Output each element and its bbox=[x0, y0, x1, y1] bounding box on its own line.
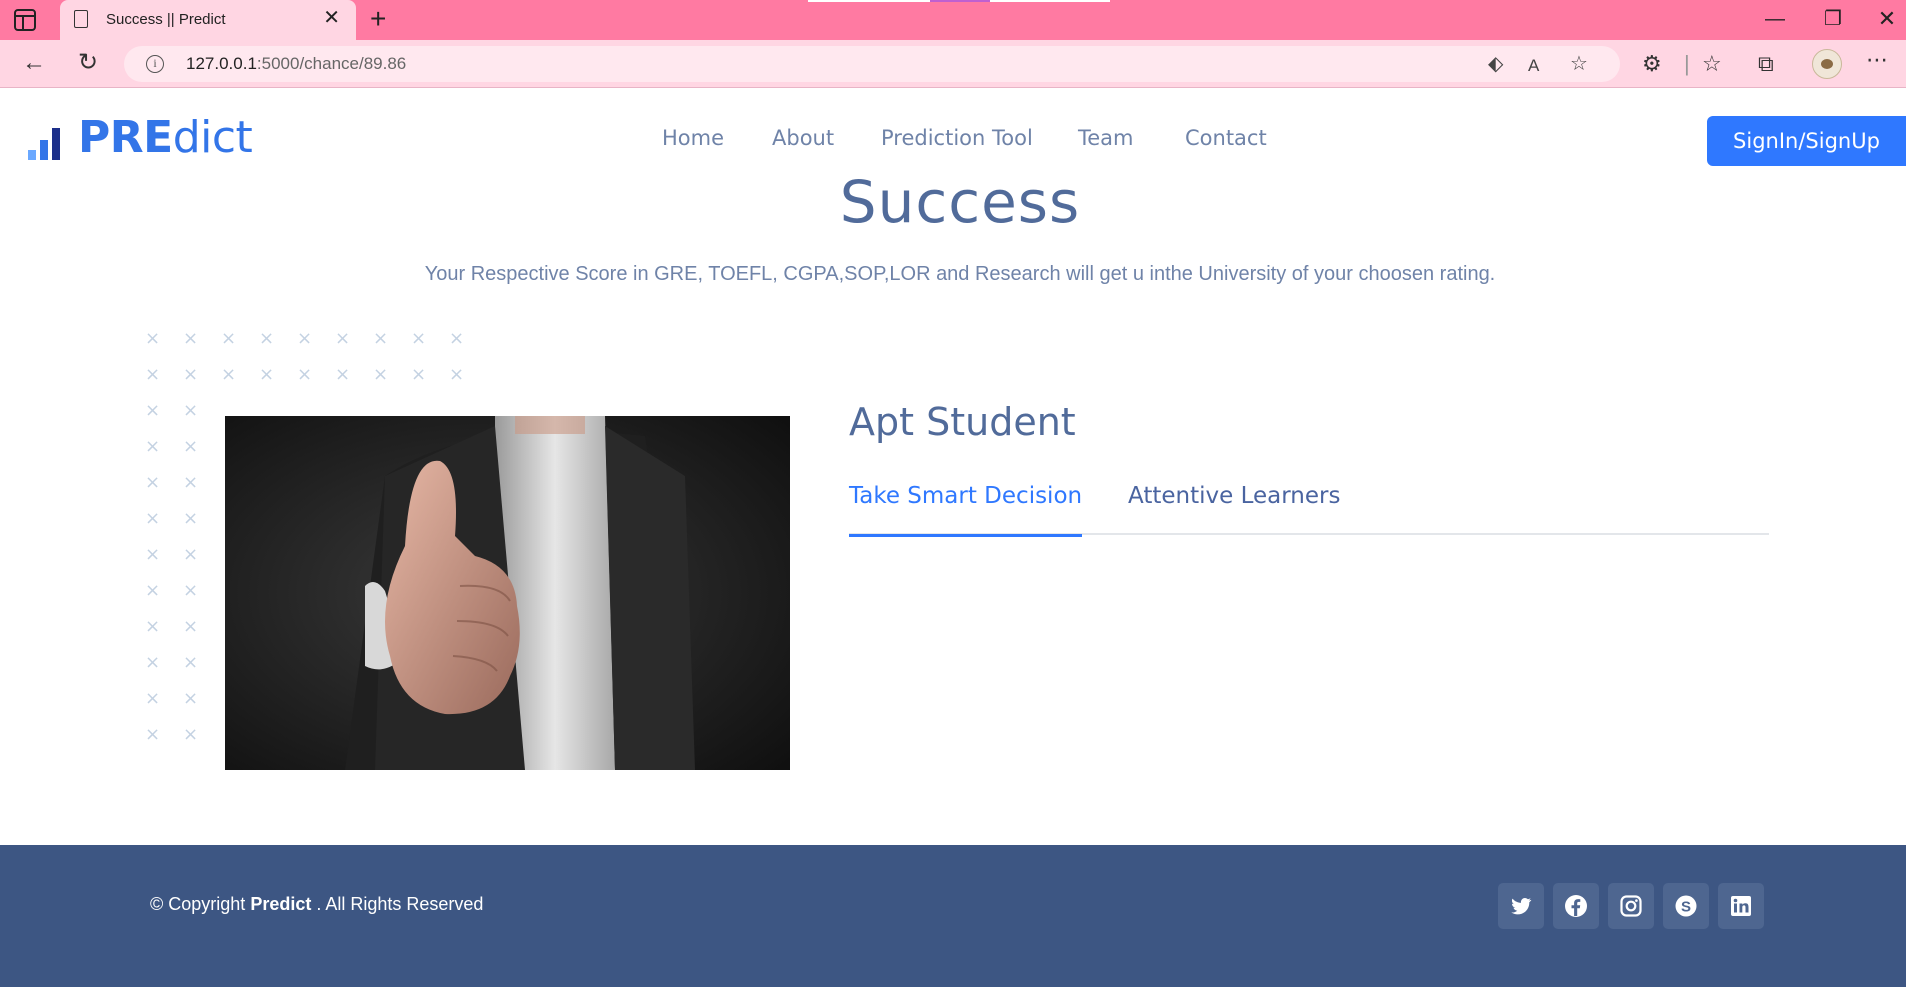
loading-indicator-segment bbox=[930, 0, 990, 2]
close-tab-icon[interactable]: ✕ bbox=[323, 8, 340, 28]
url-text[interactable]: 127.0.0.1:5000/chance/89.86 bbox=[186, 54, 406, 74]
tab-title: Success || Predict bbox=[106, 11, 226, 28]
new-tab-icon[interactable]: + bbox=[370, 5, 386, 33]
nav-home[interactable]: Home bbox=[662, 126, 724, 150]
instagram-icon[interactable] bbox=[1608, 883, 1654, 929]
skype-icon[interactable]: S bbox=[1663, 883, 1709, 929]
nav-team[interactable]: Team bbox=[1078, 126, 1134, 150]
logo-text: PREdict bbox=[78, 112, 253, 163]
logo-chart-icon bbox=[28, 128, 64, 160]
toolbar-divider: | bbox=[1684, 51, 1690, 76]
page-subtitle: Your Respective Score in GRE, TOEFL, CGP… bbox=[424, 263, 1496, 285]
linkedin-icon[interactable] bbox=[1718, 883, 1764, 929]
profile-avatar[interactable] bbox=[1812, 49, 1842, 79]
page-title: Success bbox=[839, 168, 1081, 236]
logo-text-strong: PRE bbox=[78, 112, 173, 163]
logo-text-light: dict bbox=[172, 112, 253, 163]
tab-attentive-learners[interactable]: Attentive Learners bbox=[1128, 483, 1340, 509]
restore-icon[interactable]: ❐ bbox=[1818, 6, 1848, 32]
url-path: :5000/chance/89.86 bbox=[256, 54, 407, 73]
copyright-suffix: . All Rights Reserved bbox=[316, 894, 484, 914]
copyright-text: © Copyright Predict . All Rights Reserve… bbox=[150, 894, 483, 915]
back-icon[interactable]: ← bbox=[22, 50, 46, 76]
nav-prediction-tool[interactable]: Prediction Tool bbox=[881, 126, 1033, 150]
copyright-brand: Predict bbox=[250, 894, 312, 914]
url-host: 127.0.0.1 bbox=[186, 54, 257, 73]
favorite-add-icon[interactable]: ☆ bbox=[1570, 53, 1588, 75]
minimize-icon[interactable]: — bbox=[1760, 6, 1790, 32]
svg-text:S: S bbox=[1681, 899, 1691, 916]
more-options-icon[interactable]: ⋯ bbox=[1866, 48, 1888, 72]
copyright-prefix: © Copyright bbox=[150, 894, 246, 914]
close-window-icon[interactable]: ✕ bbox=[1872, 6, 1902, 32]
address-bar: ← ↻ i 127.0.0.1:5000/chance/89.86 ⬖ A ☆ … bbox=[0, 40, 1906, 88]
site-info-icon[interactable]: i bbox=[146, 55, 164, 73]
tab-take-smart-decision[interactable]: Take Smart Decision bbox=[849, 483, 1083, 537]
read-aloud-icon[interactable]: A bbox=[1528, 55, 1539, 77]
nav-contact[interactable]: Contact bbox=[1185, 126, 1267, 150]
thumbs-up-businessman-image bbox=[225, 416, 790, 770]
page-icon bbox=[74, 10, 88, 28]
collections-icon[interactable]: ⧉ bbox=[1758, 52, 1774, 76]
facebook-icon[interactable] bbox=[1553, 883, 1599, 929]
extensions-icon[interactable]: ⚙ bbox=[1642, 52, 1662, 76]
nav-about[interactable]: About bbox=[772, 126, 834, 150]
content-heading: Apt Student bbox=[849, 400, 1076, 444]
site-footer: © Copyright Predict . All Rights Reserve… bbox=[0, 845, 1906, 987]
twitter-icon[interactable] bbox=[1498, 883, 1544, 929]
browser-tab[interactable]: Success || Predict ✕ bbox=[60, 0, 356, 40]
favorites-icon[interactable]: ☆ bbox=[1702, 52, 1722, 76]
signin-signup-button[interactable]: SignIn/SignUp bbox=[1707, 116, 1906, 166]
tab-actions-icon[interactable] bbox=[14, 9, 36, 31]
url-field[interactable]: i 127.0.0.1:5000/chance/89.86 ⬖ A ☆ bbox=[124, 46, 1620, 82]
tag-icon[interactable]: ⬖ bbox=[1488, 53, 1503, 75]
content-tabs: Take Smart Decision Attentive Learners bbox=[849, 483, 1769, 537]
browser-tab-bar: Success || Predict ✕ + — ❐ ✕ bbox=[0, 0, 1906, 40]
reload-icon[interactable]: ↻ bbox=[78, 50, 98, 76]
